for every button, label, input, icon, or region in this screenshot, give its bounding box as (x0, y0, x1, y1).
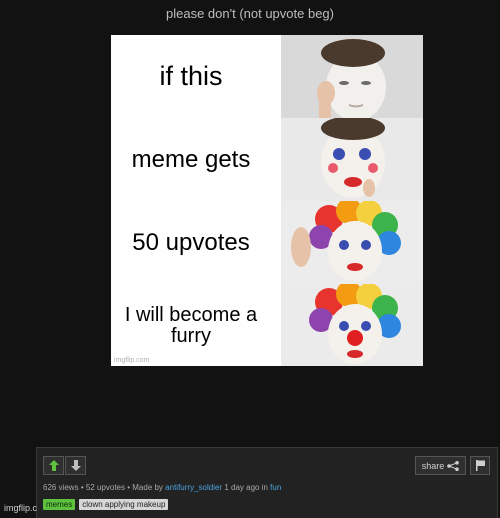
view-count: 626 views (43, 483, 79, 492)
share-label: share (421, 460, 445, 471)
tag-memes[interactable]: memes (43, 499, 76, 510)
author-link[interactable]: antifurry_soldier (165, 483, 222, 492)
post-time: 1 day ago in (224, 483, 268, 492)
meme-panel-4: I will become a furry (111, 284, 423, 366)
meme-image[interactable]: if this meme gets 50 upvotes I will beco… (111, 35, 423, 366)
share-icon (447, 460, 460, 471)
tag-list: memes clown applying makeup (43, 499, 169, 510)
meme-watermark: imgflip.com (114, 357, 150, 364)
meme-panel-3: 50 upvotes (111, 201, 423, 284)
arrow-down-icon (70, 460, 81, 471)
share-button[interactable]: share (415, 456, 466, 475)
meme-caption-1: if this (159, 61, 223, 92)
meme-panel-2: meme gets (111, 118, 423, 201)
clown-face-white-makeup-icon (281, 35, 423, 118)
downvote-button[interactable] (65, 456, 86, 475)
meme-caption-3: 50 upvotes (132, 228, 250, 256)
arrow-up-icon (48, 460, 59, 471)
flag-icon (475, 460, 485, 471)
stream-link[interactable]: fun (270, 483, 281, 492)
upvote-count: 52 upvotes (85, 483, 125, 492)
made-by-prefix: Made by (132, 483, 163, 492)
tag-clown-applying-makeup[interactable]: clown applying makeup (79, 499, 169, 510)
image-meta: 626 views • 52 upvotes • Made by antifur… (43, 483, 281, 492)
site-brand[interactable]: imgflip.c (4, 503, 37, 513)
meme-panel-1: if this (111, 35, 423, 118)
upvote-button[interactable] (43, 456, 64, 475)
clown-face-painted-icon (281, 118, 423, 201)
clown-face-wig-icon (281, 201, 423, 284)
meme-caption-2: meme gets (131, 145, 251, 173)
flag-button[interactable] (470, 456, 490, 475)
image-info-panel: share 626 views • 52 upvotes • Made by a… (36, 447, 498, 518)
clown-face-red-nose-icon (281, 284, 423, 366)
meme-caption-4: I will become a furry (124, 303, 258, 347)
page-title: please don't (not upvote beg) (166, 6, 334, 21)
